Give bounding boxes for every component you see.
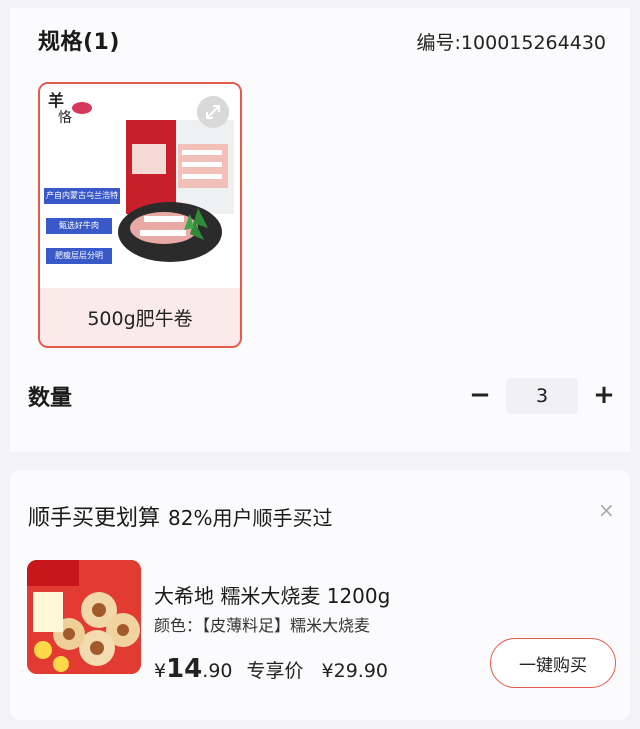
recommend-product-name[interactable]: 大希地 糯米大烧麦 1200g [154, 580, 390, 609]
recommend-product-image[interactable] [27, 560, 141, 674]
one-click-buy-button[interactable]: 一键购买 [490, 638, 616, 688]
sku-number: 编号:100015264430 [416, 32, 606, 54]
spec-option-label-area: 500g肥牛卷 [40, 288, 240, 346]
image-tag-3: 肥瘦层层分明 [46, 248, 112, 264]
quantity-input[interactable]: 3 [506, 378, 578, 414]
svg-text:羊: 羊 [48, 91, 64, 110]
price-decimal: .90 [202, 660, 233, 682]
expand-icon[interactable] [197, 96, 229, 128]
quantity-label: 数量 [28, 386, 73, 411]
price-row: ¥14.90 专享价 ¥29.90 [154, 654, 388, 684]
spec-title: 规格(1) [38, 30, 120, 55]
quantity-value: 3 [535, 385, 549, 407]
price-integer: 14 [166, 654, 203, 684]
increase-button[interactable]: + [590, 382, 618, 410]
close-icon[interactable]: × [598, 498, 615, 522]
spec-option-card[interactable]: 羊 恪 产自内蒙古乌兰浩特 甄选好牛肉 肥瘦层层分明 500g肥牛卷 [38, 82, 242, 348]
recommend-subtitle: 82%用户顺手买过 [168, 506, 333, 530]
price-tag: 专享价 [246, 660, 304, 682]
recommend-header: 顺手买更划算 82%用户顺手买过 [28, 500, 332, 532]
image-tag-2: 甄选好牛肉 [46, 218, 112, 234]
spec-option-label: 500g肥牛卷 [87, 307, 193, 330]
recommend-title: 顺手买更划算 [28, 506, 161, 531]
recommend-product-color: 颜色：【皮薄料足】糯米大烧麦 [154, 616, 371, 635]
product-image: 羊 恪 产自内蒙古乌兰浩特 甄选好牛肉 肥瘦层层分明 [40, 84, 240, 288]
svg-text:恪: 恪 [58, 110, 72, 126]
original-price: ¥29.90 [321, 660, 388, 682]
price-symbol: ¥ [154, 660, 167, 682]
image-tag-1: 产自内蒙古乌兰浩特 [44, 188, 120, 204]
decrease-button[interactable]: − [466, 382, 494, 410]
